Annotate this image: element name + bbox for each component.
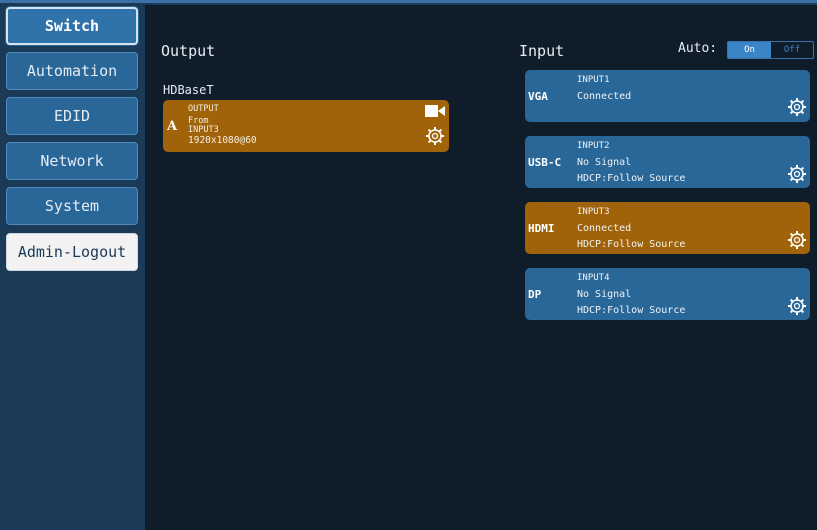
input-name: HDMI [528, 221, 555, 235]
nav-edid[interactable]: EDID [6, 97, 138, 135]
gear-icon[interactable] [787, 230, 807, 250]
input-title: Input [519, 42, 565, 60]
input-status: No Signal [577, 157, 632, 168]
gear-icon[interactable] [787, 164, 807, 184]
input-card-4[interactable]: DP INPUT4 No Signal HDCP:Follow Source [525, 268, 810, 320]
nav-automation[interactable]: Automation [6, 52, 138, 90]
input-name: USB-C [528, 155, 562, 169]
gear-icon[interactable] [787, 97, 807, 117]
auto-on-option[interactable]: On [728, 42, 771, 58]
output-line4: 1920x1080@60 [188, 135, 257, 146]
input-name: DP [528, 287, 542, 301]
output-card-a[interactable]: A OUTPUT From INPUT3 1920x1080@60 [163, 100, 449, 152]
output-title: Output [161, 42, 216, 60]
input-id: INPUT3 [577, 207, 610, 217]
output-line3: INPUT3 [188, 125, 219, 135]
output-letter: A [167, 119, 178, 134]
nav-network[interactable]: Network [6, 142, 138, 180]
input-status: No Signal [577, 289, 632, 300]
nav-admin-logout[interactable]: Admin-Logout [6, 233, 138, 271]
input-name: VGA [528, 89, 548, 103]
input-card-1[interactable]: VGA INPUT1 Connected [525, 70, 810, 122]
input-id: INPUT2 [577, 141, 610, 151]
input-id: INPUT1 [577, 75, 610, 85]
output-line1: OUTPUT [188, 104, 219, 114]
input-status: Connected [577, 91, 632, 102]
sidebar: Switch Automation EDID Network System Ad… [0, 3, 143, 530]
input-hdcp: HDCP:Follow Source [577, 173, 686, 184]
input-hdcp: HDCP:Follow Source [577, 239, 686, 250]
gear-icon[interactable] [425, 126, 445, 146]
gear-icon[interactable] [787, 296, 807, 316]
input-hdcp: HDCP:Follow Source [577, 305, 686, 316]
hdbaset-label: HDBaseT [163, 83, 214, 97]
camera-icon[interactable] [425, 104, 445, 118]
input-card-3[interactable]: HDMI INPUT3 Connected HDCP:Follow Source [525, 202, 810, 254]
input-card-2[interactable]: USB-C INPUT2 No Signal HDCP:Follow Sourc… [525, 136, 810, 188]
auto-toggle[interactable]: On Off [727, 41, 814, 59]
auto-off-option[interactable]: Off [771, 42, 813, 58]
main-panel: Output HDBaseT A OUTPUT From INPUT3 1920… [145, 5, 817, 530]
nav-system[interactable]: System [6, 187, 138, 225]
nav-switch[interactable]: Switch [6, 7, 138, 45]
auto-label: Auto: [678, 41, 718, 56]
input-status: Connected [577, 223, 632, 234]
input-id: INPUT4 [577, 273, 610, 283]
